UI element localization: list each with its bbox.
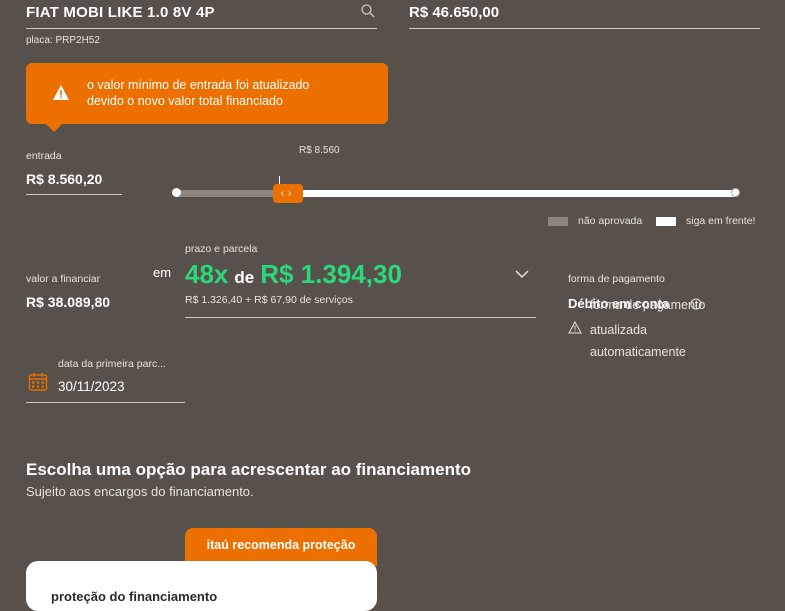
date-underline [26,402,185,403]
entrada-label: entrada [26,150,62,162]
installment-selector[interactable]: 48x de R$ 1.394,30 [185,259,402,290]
plate-label: placa: PRP2H52 [26,35,100,46]
slider-track-not-approved[interactable] [177,190,287,197]
alert-line-2: devido o novo valor total financiado [87,94,283,108]
em-label: em [153,265,172,280]
info-icon[interactable] [690,298,702,310]
legend-swatch-not-approved [548,217,568,226]
protection-option-card[interactable]: proteção do financiamento [26,561,377,611]
vehicle-name-field[interactable]: FIAT MOBI LIKE 1.0 8V 4P [26,4,215,21]
warning-icon [53,85,69,100]
legend-not-approved: não aprovada [578,215,643,227]
prazo-underline [185,317,536,318]
slider-end-dot [731,188,740,197]
vehicle-field-underline [26,28,377,29]
chevron-down-icon[interactable] [514,268,530,280]
section-title: Escolha uma opção para acrescentar ao fi… [26,460,471,479]
installment-count: 48x [185,259,229,289]
warning-line-1: atualizada [590,323,647,337]
chevron-right-icon: › [288,188,296,199]
first-installment-date-label: data da primeira parc... [58,358,166,370]
slider-handle[interactable]: ‹› [273,184,303,203]
minimum-entry-alert: o valor mínimo de entrada foi atualizado… [26,63,388,132]
warning-line-2: automaticamente [590,345,686,359]
prazo-label: prazo e parcela [185,243,258,255]
slider-min-tick [279,176,280,184]
calendar-icon[interactable] [28,372,48,392]
vehicle-price-field[interactable]: R$ 46.650,00 [409,4,499,21]
payment-update-warning: atualizada automaticamente [590,319,686,363]
first-installment-date-input[interactable]: 30/11/2023 [58,379,125,394]
de-label: de [234,268,255,287]
alert-message: o valor mínimo de entrada foi atualizado… [87,77,309,109]
valor-financiar-value: R$ 38.089,80 [26,294,111,310]
entrada-input[interactable]: R$ 8.560,20 [26,171,102,187]
card-title: proteção do financiamento [51,589,218,604]
search-icon[interactable] [360,3,376,19]
section-subtitle: Sujeito aos encargos do financiamento. [26,484,254,499]
valor-financiar-label: valor a financiar [26,273,101,285]
forma-pagamento-overlay-text: forma de pagamento [590,298,706,312]
chevron-left-icon: ‹ [280,188,288,199]
installment-value: R$ 1.394,30 [260,259,402,289]
legend-swatch-approved [656,217,676,226]
installment-breakdown: R$ 1.326,40 + R$ 67,90 de serviços [185,294,353,306]
slider-track-approved[interactable] [287,190,736,197]
price-field-underline [409,28,760,29]
warning-outline-icon [568,321,582,334]
entrada-underline [26,194,122,195]
slider-start-dot [172,188,181,197]
legend-go-ahead: siga em frente! [686,215,756,227]
alert-line-1: o valor mínimo de entrada foi atualizado [87,78,310,92]
alert-tail [46,124,62,132]
slider-min-label: R$ 8.560 [299,145,340,156]
forma-pagamento-label: forma de pagamento [568,273,665,285]
